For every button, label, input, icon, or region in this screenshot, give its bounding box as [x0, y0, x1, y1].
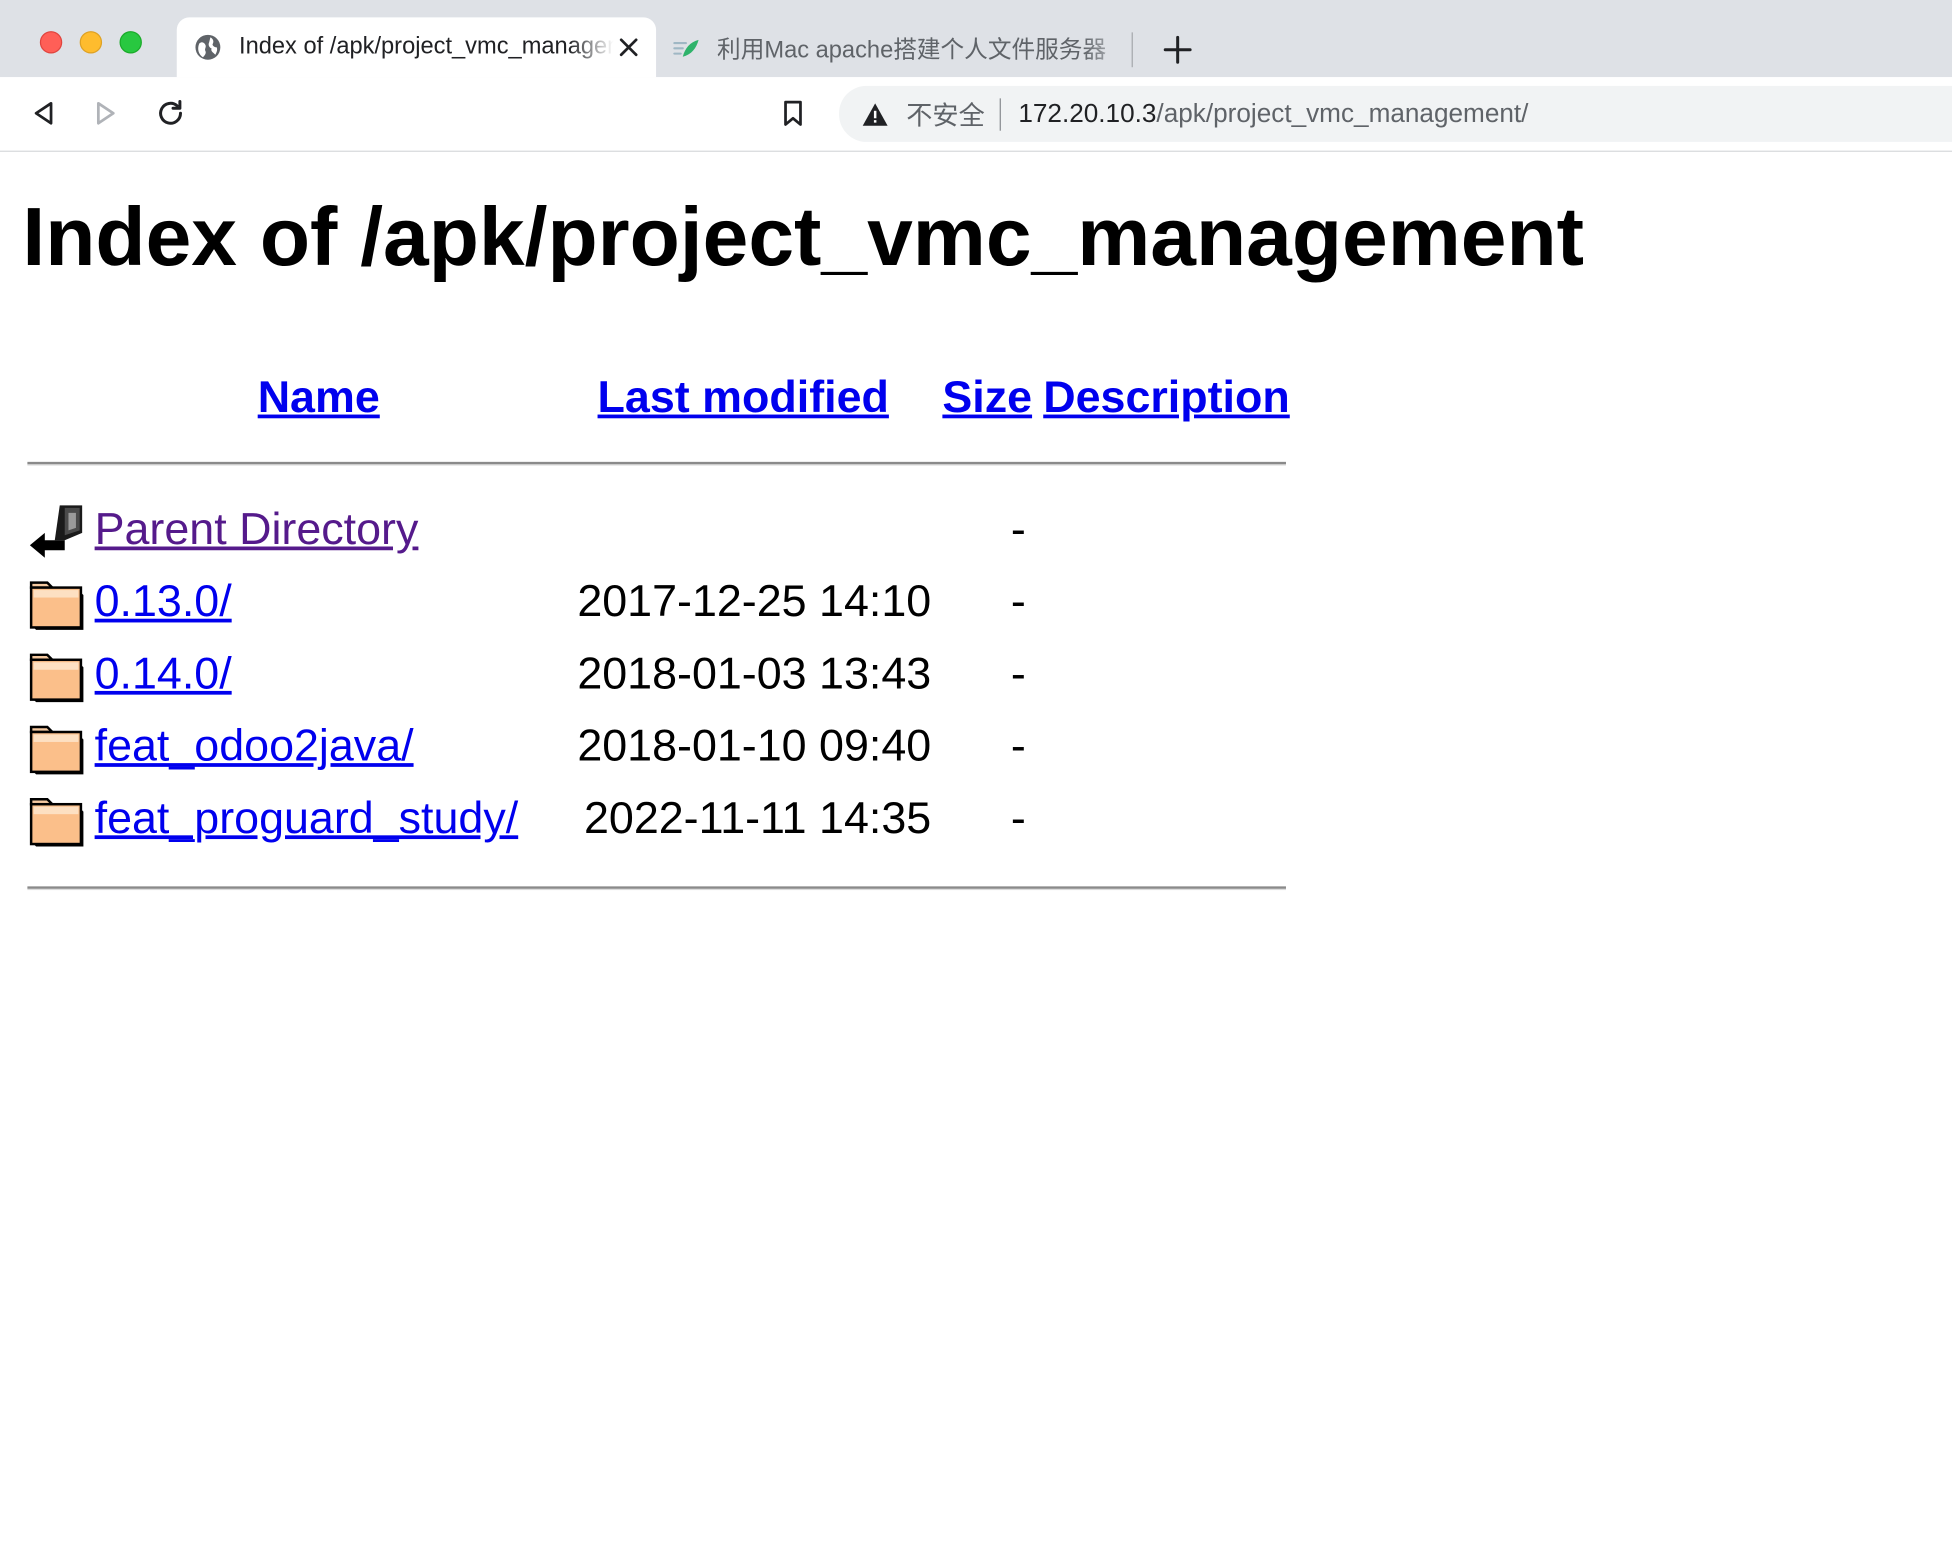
tab-active[interactable]: Index of /apk/project_vmc_management [176, 17, 657, 78]
close-window-button[interactable] [39, 31, 63, 54]
forward-arrow-icon [96, 101, 115, 125]
url-path: /apk/project_vmc_management/ [1156, 98, 1529, 128]
header-divider [27, 461, 1286, 466]
plus-icon [1163, 35, 1192, 64]
entry-modified: 2018-01-03 13:43 [577, 647, 932, 699]
table-row: feat_odoo2java/ 2018-01-10 09:40 - [27, 717, 1286, 779]
tab-inactive[interactable]: 利用Mac apache搭建个人文件服务器 [660, 17, 1133, 77]
entry-size: - [1010, 719, 1026, 771]
leaf-favicon-icon [672, 34, 699, 61]
entry-modified: 2022-11-11 14:35 [583, 791, 932, 843]
toolbar: 不安全 172.20.10.3/apk/project_vmc_manageme… [0, 77, 1952, 152]
forward-button[interactable] [85, 92, 127, 134]
security-label[interactable]: 不安全 [906, 95, 984, 132]
entry-modified: 2018-01-10 09:40 [577, 719, 932, 771]
tab-strip: Index of /apk/project_vmc_management 利用M… [0, 0, 1952, 78]
folder-icon [29, 725, 84, 775]
folder-icon [29, 653, 84, 703]
entry-link[interactable]: 0.13.0/ [95, 575, 232, 627]
back-arrow-icon [34, 101, 53, 125]
entry-link[interactable]: feat_odoo2java/ [95, 720, 414, 772]
bookmark-button[interactable] [772, 92, 814, 134]
address-bar[interactable]: 不安全 172.20.10.3/apk/project_vmc_manageme… [839, 85, 1952, 142]
tab-title: 利用Mac apache搭建个人文件服务器 [717, 36, 1107, 63]
table-row: 0.14.0/ 2018-01-03 13:43 - [27, 645, 1286, 707]
close-tab-icon[interactable] [614, 32, 644, 62]
reload-icon [159, 99, 183, 125]
minimize-window-button[interactable] [79, 31, 103, 54]
entry-link[interactable]: 0.14.0/ [95, 647, 232, 699]
tab-divider [1131, 32, 1133, 68]
table-row: Parent Directory - [27, 500, 1286, 562]
entry-size: - [1010, 647, 1026, 699]
back-button[interactable] [22, 92, 64, 134]
browser-window: Index of /apk/project_vmc_management 利用M… [0, 0, 1952, 1554]
column-header-size[interactable]: Size [942, 371, 1032, 423]
reload-button[interactable] [149, 92, 191, 134]
column-header-name[interactable]: Name [258, 371, 380, 423]
entry-size: - [1010, 575, 1026, 627]
entry-link[interactable]: feat_proguard_study/ [95, 792, 519, 844]
entry-size: - [1010, 502, 1026, 554]
bookmark-icon [784, 100, 802, 126]
table-row: 0.13.0/ 2017-12-25 14:10 - [27, 573, 1286, 635]
column-header-description[interactable]: Description [1043, 371, 1290, 423]
zoom-window-button[interactable] [119, 31, 142, 54]
page-title: Index of /apk/project_vmc_management [22, 190, 1585, 283]
url-host: 172.20.10.3 [1018, 98, 1157, 128]
omnibox-divider [999, 97, 1001, 131]
footer-divider [27, 886, 1286, 891]
folder-icon [29, 797, 84, 847]
page-content: Index of /apk/project_vmc_management Nam… [0, 152, 1952, 1554]
new-tab-button[interactable] [1155, 30, 1200, 70]
entry-modified: 2017-12-25 14:10 [577, 575, 932, 627]
folder-icon [29, 581, 84, 630]
entry-link[interactable]: Parent Directory [95, 503, 419, 555]
globe-icon [194, 34, 221, 61]
tab-title: Index of /apk/project_vmc_management [239, 33, 614, 60]
table-row: feat_proguard_study/ 2022-11-11 14:35 - [27, 789, 1286, 851]
back-arrow-icon [29, 505, 83, 558]
entry-size: - [1010, 791, 1026, 843]
warning-icon[interactable] [861, 100, 888, 127]
column-header-last-modified[interactable]: Last modified [598, 371, 889, 423]
